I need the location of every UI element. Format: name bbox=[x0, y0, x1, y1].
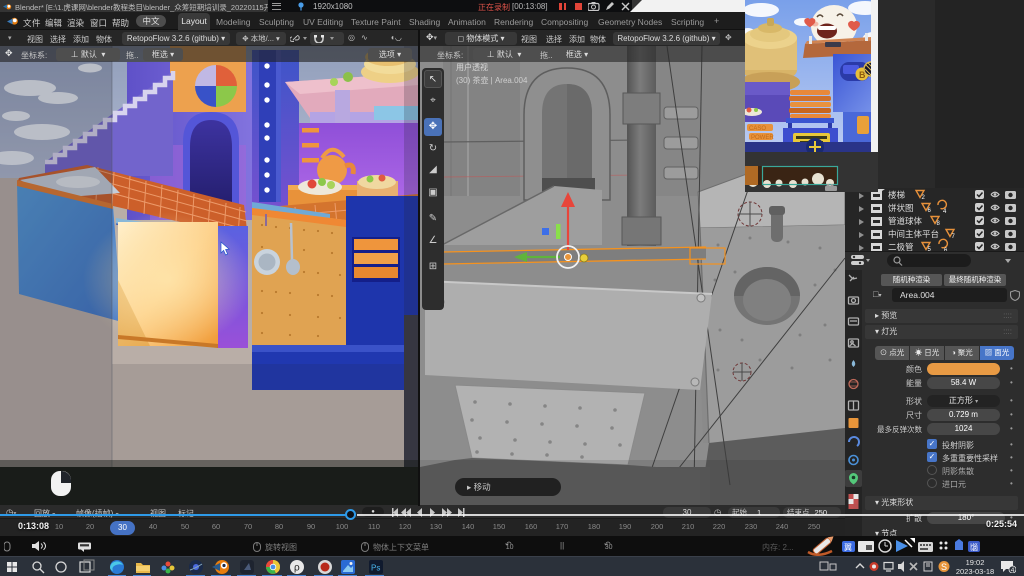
svg-text:Ps: Ps bbox=[371, 564, 380, 573]
svg-text:7: 7 bbox=[952, 234, 956, 240]
svg-text:S: S bbox=[941, 562, 947, 572]
svg-text:匘: 匘 bbox=[970, 542, 978, 552]
svg-text:ρ: ρ bbox=[294, 563, 300, 574]
svg-text:4: 4 bbox=[943, 209, 947, 215]
svg-text:4: 4 bbox=[1011, 567, 1015, 573]
svg-text:6: 6 bbox=[928, 208, 932, 214]
svg-text:翼: 翼 bbox=[844, 543, 852, 552]
svg-text:8: 8 bbox=[937, 221, 941, 227]
svg-text:2: 2 bbox=[922, 195, 926, 201]
